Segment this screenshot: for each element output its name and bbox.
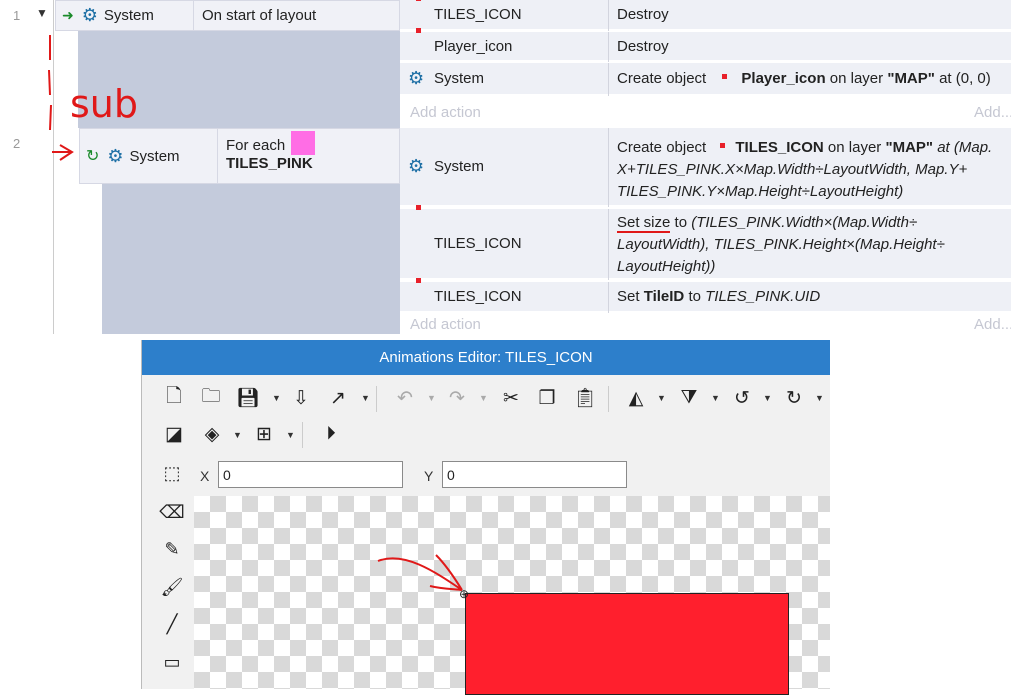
- object-icon: [416, 0, 421, 1]
- new-file-icon[interactable]: 🗋: [162, 385, 186, 411]
- gear-icon: ⚙: [408, 156, 425, 176]
- cut-icon[interactable]: ✂: [499, 385, 523, 411]
- chevron-down-icon[interactable]: ▼: [361, 393, 370, 403]
- brush-icon[interactable]: 🖌︎: [160, 575, 184, 599]
- chevron-down-icon[interactable]: ▼: [233, 430, 242, 440]
- window-title: Animations Editor: TILES_ICON: [142, 340, 830, 375]
- image-canvas[interactable]: ⊕: [194, 496, 830, 695]
- color-icon[interactable]: ◪: [162, 421, 186, 447]
- pencil-icon[interactable]: ✎: [160, 537, 184, 561]
- layers-icon[interactable]: ◈: [200, 421, 224, 447]
- condition-text-label: For each: [226, 136, 286, 154]
- rotate-ccw-icon[interactable]: ↺: [730, 385, 754, 411]
- event-sheet: 1 ▼ ➜ ⚙ System On start of layout TILES_…: [0, 0, 1011, 334]
- action-row[interactable]: TILES_ICON Destroy: [400, 0, 1011, 31]
- action-row[interactable]: Player_icon Destroy: [400, 28, 1011, 62]
- open-folder-icon[interactable]: 🗀: [199, 385, 223, 411]
- chevron-down-icon[interactable]: ▼: [657, 393, 666, 403]
- chevron-down-icon[interactable]: ▼: [479, 393, 488, 403]
- object-icon: [416, 205, 421, 210]
- action-row[interactable]: ⚙ System Create object TILES_ICON on lay…: [400, 128, 1011, 207]
- add-action-link[interactable]: Add action: [410, 104, 481, 121]
- action-text: Set TileID to TILES_PINK.UID: [617, 288, 821, 305]
- rotate-cw-icon[interactable]: ↻: [782, 385, 806, 411]
- grid-icon[interactable]: ⊞: [252, 421, 276, 447]
- flip-horizontal-icon[interactable]: ◭: [624, 385, 648, 411]
- y-label: Y: [424, 468, 434, 484]
- chevron-down-icon[interactable]: ▼: [272, 393, 281, 403]
- action-object-label: TILES_ICON: [434, 6, 522, 23]
- handwritten-arrow: [377, 554, 463, 591]
- object-icon: [416, 28, 421, 33]
- condition-target-label: TILES_PINK: [226, 155, 313, 172]
- add-more-link[interactable]: Add...: [974, 316, 1011, 333]
- subevent-area: [102, 184, 400, 334]
- condition-text[interactable]: On start of layout: [194, 0, 400, 31]
- chevron-down-icon[interactable]: ▼: [286, 430, 295, 440]
- action-text: Create object TILES_ICON on layer "MAP" …: [617, 139, 993, 200]
- condition-text-label: On start of layout: [202, 7, 317, 24]
- sub-annotation: sub: [70, 82, 139, 126]
- redo-icon[interactable]: ↷: [445, 385, 469, 411]
- x-input[interactable]: 0: [218, 461, 403, 488]
- gear-icon: ⚙: [408, 68, 425, 88]
- animations-editor-window: Animations Editor: TILES_ICON 🗋 🗀 💾︎ ▼ ⇩…: [141, 340, 830, 695]
- y-input[interactable]: 0: [442, 461, 627, 488]
- action-object-label: TILES_ICON: [434, 235, 522, 252]
- tile-image: [465, 593, 789, 695]
- action-row[interactable]: TILES_ICON Set size to (TILES_PINK.Width…: [400, 205, 1011, 280]
- add-action-link[interactable]: Add action: [410, 316, 481, 333]
- x-label: X: [200, 468, 210, 484]
- add-more-link[interactable]: Add...: [974, 104, 1011, 121]
- object-icon: [416, 278, 421, 283]
- action-text: Set size to (TILES_PINK.Width×(Map.Width…: [617, 214, 945, 275]
- condition-text[interactable]: For each TILES_PINK: [218, 128, 400, 184]
- action-object-label: Player_icon: [434, 37, 513, 55]
- flip-vertical-icon[interactable]: ⧩: [677, 385, 701, 411]
- action-object-label: System: [434, 158, 485, 175]
- chevron-down-icon[interactable]: ▼: [815, 393, 824, 403]
- tiles-pink-swatch: [291, 131, 316, 155]
- eraser-icon[interactable]: ⌫: [159, 500, 184, 524]
- action-row[interactable]: ⚙ System Create object Player_icon on la…: [400, 63, 1011, 96]
- external-icon[interactable]: ↗: [326, 385, 350, 411]
- copy-icon[interactable]: ❐: [535, 385, 559, 411]
- add-action-row[interactable]: Add action Add...: [400, 97, 1011, 128]
- save-icon[interactable]: 💾︎: [236, 385, 260, 411]
- action-text: Create object Player_icon on layer "MAP"…: [617, 70, 991, 87]
- export-icon[interactable]: ⇩: [289, 385, 313, 411]
- action-object-label: System: [434, 70, 485, 87]
- chevron-down-icon[interactable]: ▼: [763, 393, 772, 403]
- chevron-down-icon[interactable]: ▼: [427, 393, 436, 403]
- rect-select-icon[interactable]: ⬚: [160, 461, 184, 485]
- add-action-row[interactable]: Add action Add...: [400, 314, 1011, 334]
- action-text: Destroy: [617, 6, 669, 23]
- action-object-label: TILES_ICON: [434, 288, 522, 305]
- undo-icon[interactable]: ↶: [393, 385, 417, 411]
- chevron-down-icon[interactable]: ▼: [711, 393, 720, 403]
- play-icon[interactable]: ⏵: [319, 421, 343, 447]
- rectangle-icon[interactable]: ▭: [160, 650, 184, 674]
- action-row[interactable]: TILES_ICON Set TileID to TILES_PINK.UID: [400, 278, 1011, 313]
- action-text: Destroy: [617, 37, 669, 55]
- paste-icon[interactable]: 📋︎: [573, 385, 597, 411]
- line-icon[interactable]: ╱: [160, 612, 184, 636]
